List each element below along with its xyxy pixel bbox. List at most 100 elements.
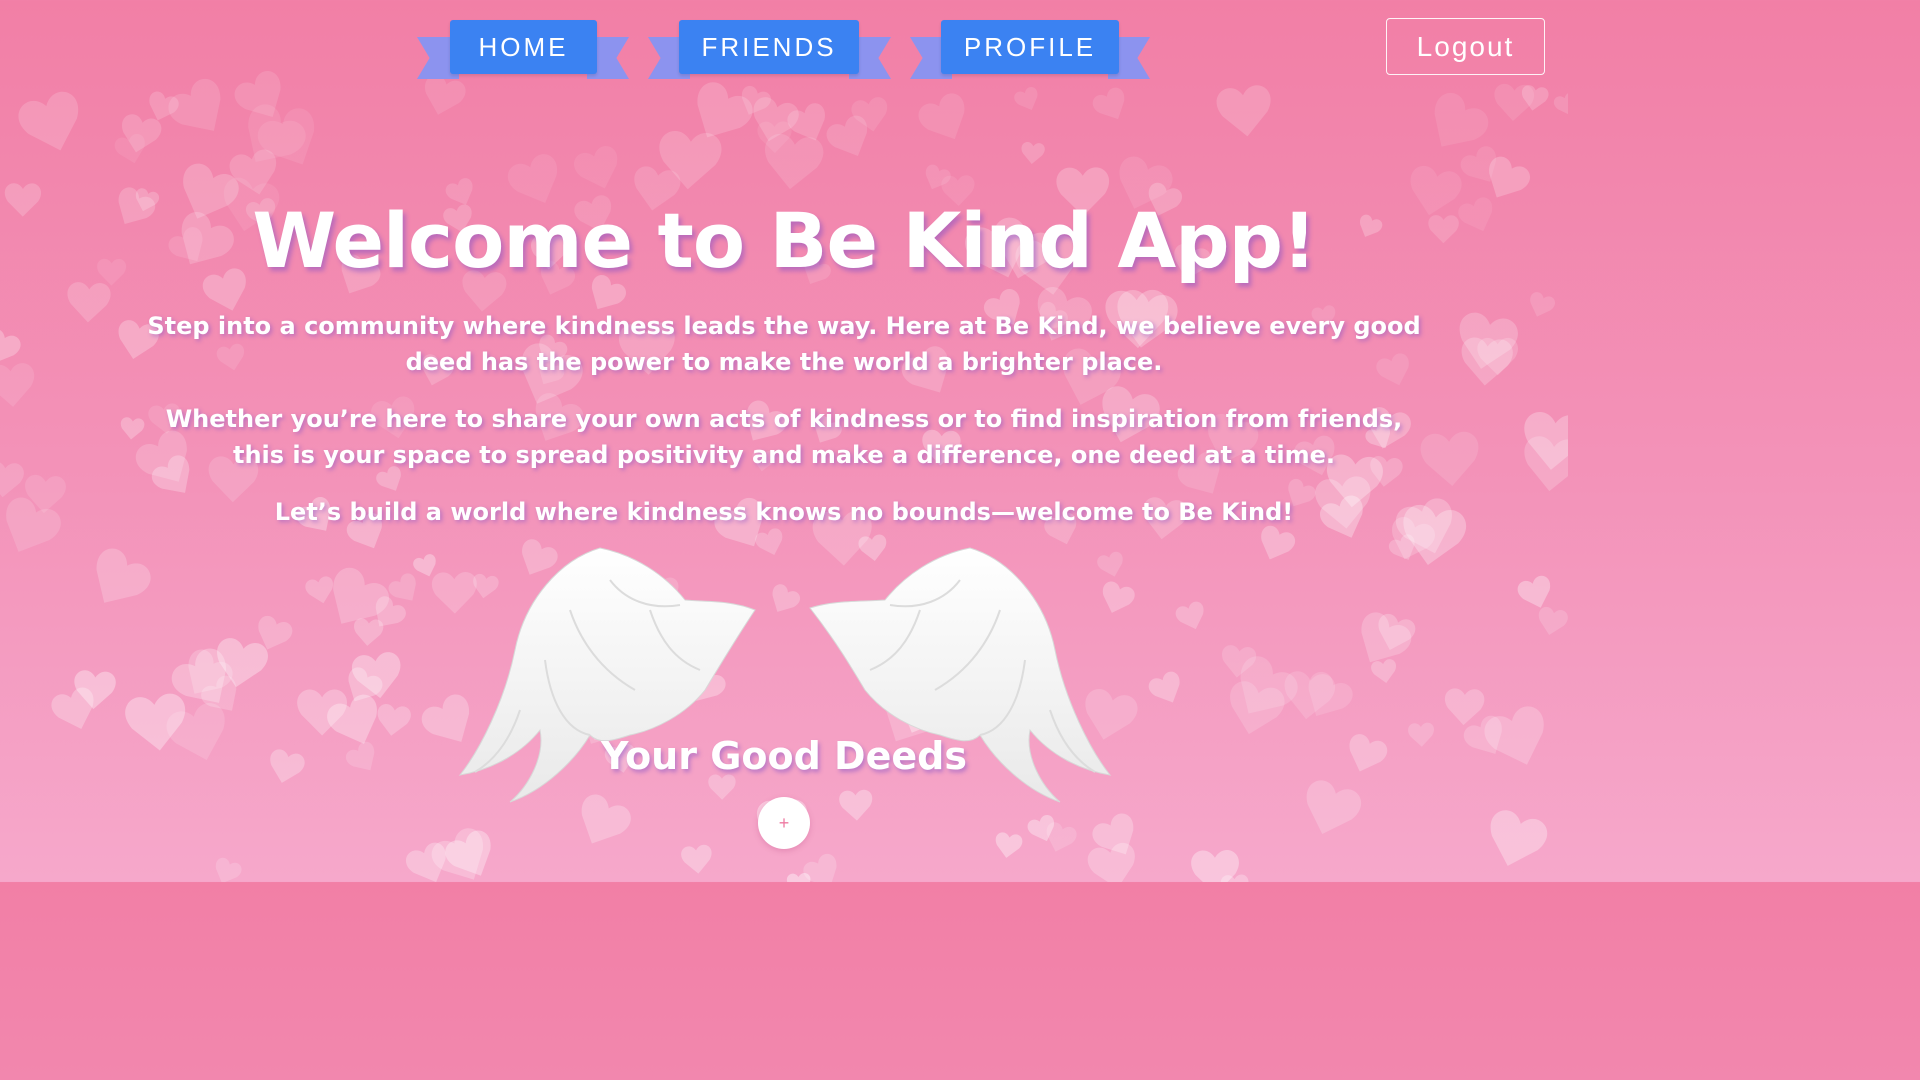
nav-profile-label[interactable]: PROFILE [941,20,1119,74]
heart-decoration [697,82,753,138]
heart-decoration [1046,822,1077,852]
add-deed-button[interactable]: + [758,797,810,849]
heart-decoration [1371,659,1396,683]
heart-decoration [659,131,722,190]
heart-decoration [6,497,61,552]
heart-decoration [74,670,116,710]
heart-decoration [1524,436,1568,492]
heart-decoration [114,133,145,164]
heart-decoration [0,461,24,498]
heart-decoration [1014,87,1038,111]
heart-decoration [1477,338,1518,376]
heart-decoration [406,842,446,882]
heart-decoration [149,91,179,121]
heart-decoration [248,104,306,162]
heart-decoration [168,78,221,131]
heart-decoration [1378,613,1416,651]
heart-decoration [1361,612,1412,663]
heart-decoration [348,667,383,702]
heart-decoration [1092,87,1125,120]
nav-friends-label[interactable]: FRIENDS [679,20,859,74]
heart-decoration [918,93,965,140]
heart-decoration [375,596,406,627]
heart-decoration [1175,601,1204,630]
heart-decoration [1027,815,1055,842]
heart-decoration [257,108,314,165]
heart-decoration [1494,84,1535,122]
heart-decoration [215,857,242,882]
heart-decoration [354,618,384,646]
heart-decoration [201,675,237,711]
heart-decoration [1388,534,1415,560]
heart-decoration [388,573,416,601]
heart-decoration [1216,85,1271,137]
heart-decoration [1222,645,1257,678]
heart-decoration [1308,671,1353,716]
heart-decoration [1284,671,1336,720]
heart-decoration [765,134,824,190]
heart-decoration [171,648,227,703]
heart-decoration [757,121,792,154]
main-nav: HOME FRIENDS PROFILE [0,20,1568,80]
heart-decoration [0,363,35,407]
heart-decoration [67,282,111,323]
heart-decoration [826,115,867,156]
heart-decoration [1240,656,1298,714]
heart-decoration [574,146,618,189]
heart-decoration [1148,671,1180,703]
heart-decoration [741,85,771,115]
heart-decoration [1092,813,1134,855]
nav-home-label[interactable]: HOME [450,20,597,74]
heart-decoration [258,616,293,650]
heart-decoration [413,554,436,577]
heart-decoration [305,576,334,604]
heart-decoration [1521,85,1549,111]
nav-home[interactable]: HOME [417,20,629,80]
heart-decoration [229,149,277,195]
heart-decoration [786,873,811,882]
heart-decoration [787,103,825,141]
heart-decoration [851,97,888,132]
heart-decoration [1490,810,1548,866]
heart-decoration [1420,431,1479,486]
heart-decoration [1461,337,1513,386]
heart-decoration [753,97,799,142]
nav-profile[interactable]: PROFILE [910,20,1150,80]
heart-decoration [351,652,401,699]
heart-decoration [1530,292,1555,317]
heart-decoration [1538,606,1568,636]
heart-decoration [18,91,79,151]
heart-decoration [995,832,1023,858]
nav-friends[interactable]: FRIENDS [648,20,891,80]
heart-decoration [1220,874,1249,882]
heart-decoration [188,649,233,694]
heart-decoration [0,328,21,364]
good-deeds-heading: Your Good Deeds [601,734,967,778]
heart-decoration [96,548,151,603]
heart-decoration [25,474,66,514]
heart-decoration [217,638,268,688]
intro-paragraph-2: Whether you’re here to share your own ac… [165,405,1403,469]
heart-decoration [121,114,162,153]
heart-decoration [1306,780,1362,835]
heart-decoration [1517,575,1551,608]
heart-decoration [1553,92,1568,116]
heart-decoration [1087,843,1135,882]
heart-decoration [803,853,837,882]
heart-decoration [1459,312,1518,369]
page-title: Welcome to Be Kind App! [252,196,1316,285]
heart-decoration [925,164,951,190]
heart-decoration [377,704,411,736]
heart-decoration [1524,412,1568,470]
heart-decoration [681,844,712,874]
heart-decoration [297,689,348,736]
heart-decoration [1021,142,1045,165]
heart-decoration [51,687,94,729]
heart-decoration [1460,146,1497,182]
heart-decoration [445,830,491,876]
heart-decoration [333,567,390,624]
heart-decoration [1445,688,1485,726]
intro-paragraph-1: Step into a community where kindness lea… [147,312,1421,376]
heart-decoration [1434,92,1489,147]
logout-button[interactable]: Logout [1386,18,1545,75]
